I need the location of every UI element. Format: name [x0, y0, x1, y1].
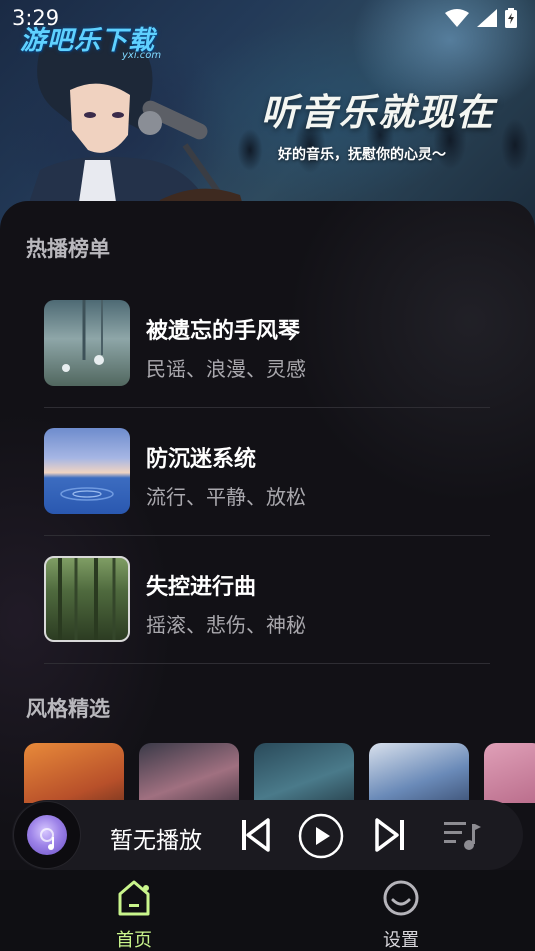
now-playing-text: 暂无播放 [110, 828, 202, 854]
song-tags: 摇滚、悲伤、神秘 [146, 613, 306, 637]
signal-icon [477, 9, 497, 27]
style-card[interactable] [24, 743, 124, 803]
album-disc[interactable] [14, 802, 80, 868]
style-card[interactable] [254, 743, 354, 803]
style-card[interactable] [369, 743, 469, 803]
previous-icon[interactable] [240, 818, 270, 852]
banner-subline: 好的音乐，抚慰你的心灵～ [278, 147, 446, 163]
style-picks-title: 风格精选 [26, 697, 110, 721]
song-row[interactable]: 防沉迷系统 流行、平静、放松 [44, 408, 490, 536]
music-disc-icon [27, 815, 67, 855]
status-bar: 3:29 [0, 0, 535, 36]
nav-label-settings: 设置 [383, 930, 419, 951]
song-title: 被遗忘的手风琴 [146, 319, 301, 344]
song-cover [44, 300, 130, 386]
nav-item-settings[interactable]: 设置 [361, 878, 441, 951]
song-cover [44, 556, 130, 642]
song-title: 防沉迷系统 [146, 447, 257, 472]
song-tags: 流行、平静、放松 [146, 485, 306, 509]
smile-icon [383, 880, 419, 916]
next-icon[interactable] [374, 818, 406, 852]
playlist-icon[interactable] [444, 820, 482, 852]
mini-player[interactable]: 暂无播放 [12, 800, 523, 870]
style-card[interactable] [139, 743, 239, 803]
play-icon[interactable] [298, 813, 344, 859]
status-time: 3:29 [12, 6, 60, 30]
app-logo-domain: yxi.com [122, 50, 162, 61]
song-tags: 民谣、浪漫、灵感 [146, 357, 306, 381]
hot-list-title: 热播榜单 [26, 237, 110, 261]
nav-label-home: 首页 [116, 930, 152, 951]
banner-headline: 听音乐就现在 [261, 91, 495, 134]
bottom-nav: 首页 设置 [0, 870, 535, 951]
song-row[interactable]: 失控进行曲 摇滚、悲伤、神秘 [44, 536, 490, 664]
song-cover [44, 428, 130, 514]
wifi-icon [445, 9, 469, 27]
nav-item-home[interactable]: 首页 [94, 878, 174, 951]
song-row[interactable]: 被遗忘的手风琴 民谣、浪漫、灵感 [44, 280, 490, 408]
song-title: 失控进行曲 [146, 575, 257, 600]
home-icon [118, 880, 150, 916]
style-picks-row [24, 743, 535, 803]
style-card[interactable] [484, 743, 535, 803]
battery-icon [505, 8, 517, 28]
